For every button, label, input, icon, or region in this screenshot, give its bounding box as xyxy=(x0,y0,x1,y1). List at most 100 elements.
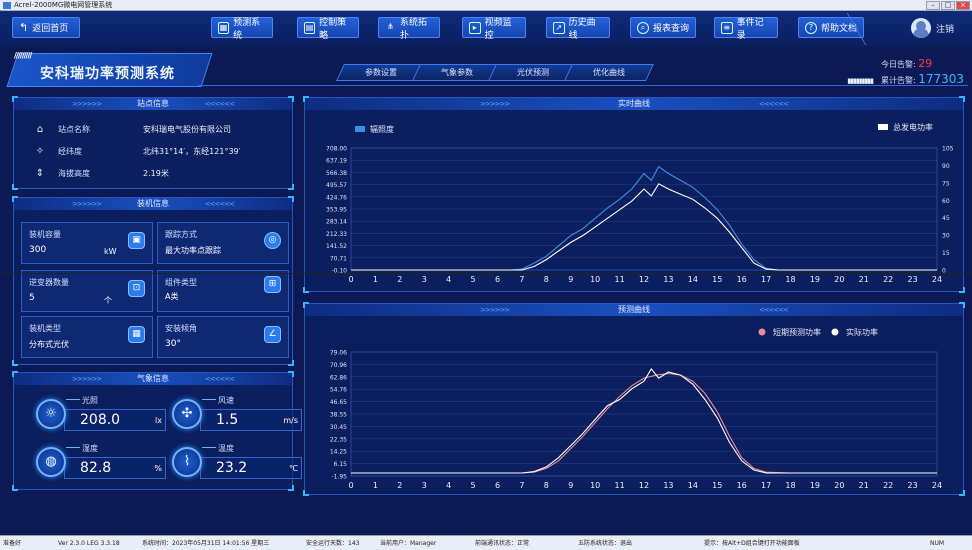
x-tick-label: 17 xyxy=(761,481,771,490)
x-tick-label: 9 xyxy=(568,275,573,284)
legend-swatch xyxy=(355,126,365,132)
nav-control-strategy-button[interactable]: ▤ 控制策略 xyxy=(297,17,359,41)
grid-icon: ▦ xyxy=(128,326,145,343)
tab-optimization-curve[interactable]: 优化曲线 xyxy=(564,64,654,81)
forecast-chart: 79.06 70.96 62.86 54.76 46.65 38.55 30.45 22.35… xyxy=(330,327,942,490)
chart-title: 实时曲线 xyxy=(618,99,650,108)
sub-tabs: 参数设置 气象参数 光伏预测 优化曲线 xyxy=(336,64,654,81)
help-icon: ? xyxy=(805,21,817,34)
x-tick-label: 20 xyxy=(834,481,844,490)
legend-label: 总发电功率 xyxy=(893,122,933,132)
maximize-button[interactable]: □ xyxy=(941,1,955,10)
x-tick-label: 7 xyxy=(519,275,524,284)
nav-report-button[interactable]: ⌕ 报表查询 xyxy=(630,17,696,38)
nav-video-button[interactable]: ▸ 视频监控 xyxy=(462,17,526,41)
site-row-value: 北纬31°14′，东经121°39′ xyxy=(143,146,241,156)
site-row-value: 2.19米 xyxy=(143,168,169,178)
weather-info-panel: >>>>>> 气象信息 <<<<<< ☼ 光照 208.0 lx ✣ 风速 1.… xyxy=(12,371,302,491)
x-tick-label: 15 xyxy=(712,481,722,490)
decor-stripes-right: ▮▮▮▮▮▮▮▮▮ xyxy=(847,77,874,85)
back-home-label: 返回首页 xyxy=(32,24,69,34)
card-label: 逆变器数量 xyxy=(29,278,69,287)
card-value: 30° xyxy=(165,339,181,349)
close-button[interactable]: × xyxy=(956,1,970,10)
nav-label: 控制策略 xyxy=(319,17,347,41)
status-user: 当前用户：Manager xyxy=(380,540,437,547)
logout-button[interactable]: 注销 xyxy=(910,18,954,38)
x-tick-label: 23 xyxy=(907,275,917,284)
weather-wind-speed: ✣ 风速 1.5 m/s xyxy=(172,393,302,437)
x-tick-label: 11 xyxy=(614,275,624,284)
x-tick-label: 17 xyxy=(761,275,771,284)
weather-illuminance: ☼ 光照 208.0 lx xyxy=(36,393,166,437)
alarm-total: 累计告警: 177303 xyxy=(881,72,965,88)
legend-swatch xyxy=(878,124,888,130)
weather-label: 风速 xyxy=(218,396,234,405)
legend-swatch xyxy=(831,328,839,336)
x-tick-label: 11 xyxy=(614,481,624,490)
equipment-card-install-type: 装机类型 分布式光伏 ▦ xyxy=(21,316,153,358)
legend-label: 辐照度 xyxy=(370,124,394,134)
humidity-icon: ◍ xyxy=(36,447,66,477)
panel-title: 站点信息 xyxy=(137,99,169,108)
equipment-card-tracking: 跟踪方式 最大功率点跟踪 ◎ xyxy=(157,222,289,264)
weather-unit: m/s xyxy=(283,416,298,425)
window-titlebar: Acrel-2000MG微电网管理系统 – □ × xyxy=(0,0,972,11)
sun-icon: ☼ xyxy=(36,399,66,429)
app-icon xyxy=(3,2,11,9)
card-value: 300 xyxy=(29,245,47,255)
status-bar: 准备好 Ver 2.3.0 LEG 3.3.18 系统时间：2023年05月31… xyxy=(0,535,972,550)
status-system-time: 系统时间：2023年05月31日 14:01:56 星期三 xyxy=(142,540,270,547)
x-tick-label: 19 xyxy=(810,481,820,490)
x-tick-label: 21 xyxy=(859,275,869,284)
nav-label: 预测系统 xyxy=(233,17,261,41)
back-home-button[interactable]: ↰ 返回首页 xyxy=(12,17,80,38)
y-tick-label: 283.14 xyxy=(326,219,347,226)
minimize-button[interactable]: – xyxy=(926,1,940,10)
back-arrow-icon: ↰ xyxy=(19,21,29,34)
x-tick-label: 13 xyxy=(663,275,673,284)
x-tick-label: 4 xyxy=(446,481,451,490)
tab-label: 参数设置 xyxy=(365,68,397,77)
x-tick-label: 22 xyxy=(883,481,893,490)
decor-stripes: ///////// xyxy=(14,51,32,60)
site-row: ✧ 经纬度 北纬31°14′，东经121°39′ xyxy=(14,140,294,162)
panel-header: >>>>>> 站点信息 <<<<<< xyxy=(14,98,292,110)
x-tick-label: 24 xyxy=(932,275,942,284)
topology-icon: ⋔ xyxy=(387,21,394,31)
alarm-total-label: 累计告警: xyxy=(881,76,916,85)
tab-label: 气象参数 xyxy=(441,68,473,77)
y-tick-label: 6.15 xyxy=(334,461,348,468)
site-row-label: 经纬度 xyxy=(58,146,82,156)
y-tick-label: 566.38 xyxy=(326,170,347,177)
x-tick-label: 7 xyxy=(519,481,524,490)
weather-value: 1.5 xyxy=(216,412,239,428)
nav-label: 视频监控 xyxy=(484,17,512,41)
altitude-icon: ⇕ xyxy=(35,167,45,179)
x-tick-label: 4 xyxy=(446,275,451,284)
y-tick-label: 637.19 xyxy=(326,158,347,165)
x-tick-label: 1 xyxy=(373,481,378,490)
x-tick-label: 6 xyxy=(495,481,500,490)
window-controls: – □ × xyxy=(926,1,970,10)
x-tick-label: 5 xyxy=(471,481,476,490)
x-tick-label: 0 xyxy=(348,481,353,490)
page-header: ///////// 安科瑞功率预测系统 参数设置 气象参数 光伏预测 优化曲线 … xyxy=(6,49,968,90)
equipment-info-panel: >>>>>> 装机信息 <<<<<< 装机容量 300 kW ▣ 跟踪方式 最大… xyxy=(12,196,294,366)
y-tick-label: 30.45 xyxy=(330,424,347,431)
nav-forecast-button[interactable]: ▦ 预测系统 xyxy=(211,17,273,41)
nav-event-button[interactable]: ≡ 事件记录 xyxy=(714,17,778,41)
nav-label: 事件记录 xyxy=(736,17,764,41)
weather-label: 湿度 xyxy=(82,444,98,453)
x-tick-label: 18 xyxy=(785,275,795,284)
series-line xyxy=(351,367,937,474)
nav-label: 系统拓扑 xyxy=(400,17,428,41)
user-avatar-icon xyxy=(910,18,931,38)
nav-history-button[interactable]: ↗ 历史曲线 xyxy=(546,17,610,41)
weather-unit: % xyxy=(154,464,162,473)
equipment-card-inverters: 逆变器数量 5 个 ⊡ xyxy=(21,270,153,312)
site-row: ⇕ 海拔高度 2.19米 xyxy=(14,162,294,184)
x-tick-label: 19 xyxy=(810,275,820,284)
nav-topology-button[interactable]: ⋔ 系统拓扑 xyxy=(378,17,440,41)
x-tick-label: 24 xyxy=(932,481,942,490)
